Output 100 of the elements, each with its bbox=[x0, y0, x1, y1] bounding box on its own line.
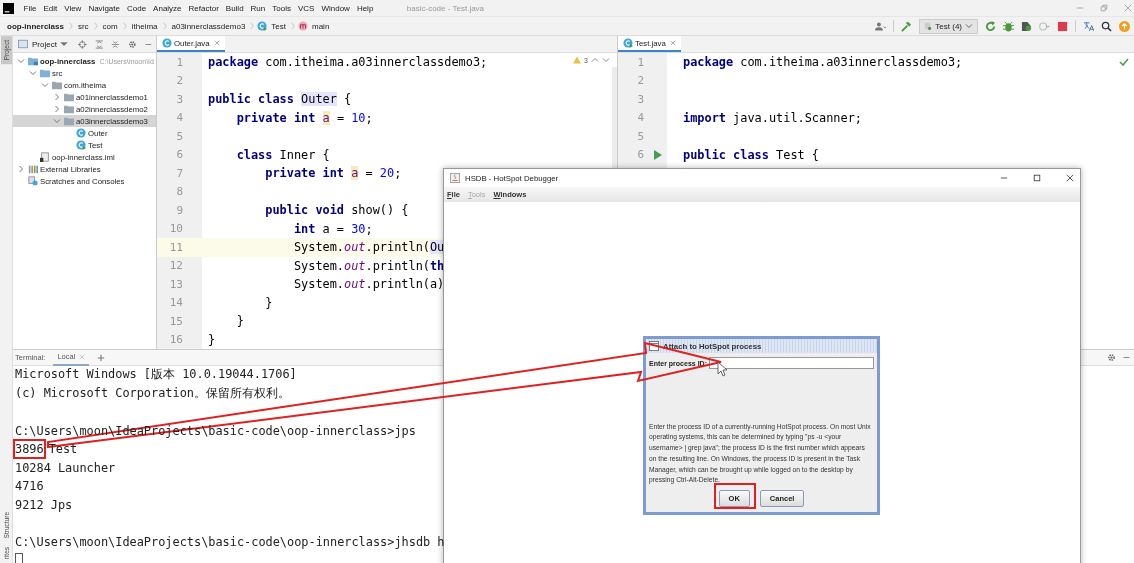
menu-item[interactable]: Refactor bbox=[185, 3, 223, 13]
menu-item[interactable]: Navigate bbox=[84, 3, 124, 13]
menu-item[interactable]: File bbox=[20, 3, 40, 13]
code-line: public void show() { bbox=[264, 203, 409, 218]
line-number: 8 bbox=[175, 185, 183, 199]
line-number: 9 bbox=[175, 203, 183, 217]
code-line: class Inner { bbox=[235, 147, 330, 162]
run-configuration-dropdown[interactable]: Test (4) bbox=[919, 18, 978, 34]
code-line: private int a = 10; bbox=[235, 110, 373, 125]
restore-icon[interactable] bbox=[1100, 4, 1108, 12]
terminal-text: Test bbox=[47, 441, 79, 459]
line-number: 2 bbox=[175, 74, 183, 88]
bug-icon[interactable] bbox=[1003, 20, 1014, 32]
breadcrumb[interactable]: a03innerclassdemo3 bbox=[169, 21, 248, 31]
breadcrumb[interactable]: itheima bbox=[129, 21, 160, 31]
code-line: } bbox=[235, 314, 244, 329]
class-icon bbox=[257, 21, 268, 31]
chevron-icon bbox=[93, 21, 98, 31]
breadcrumb[interactable]: main bbox=[310, 21, 332, 31]
terminal-line: 9212 Jps bbox=[15, 497, 73, 512]
breadcrumb[interactable]: Test bbox=[269, 21, 288, 31]
code-line: System.out.println(th bbox=[292, 258, 445, 273]
class-icon bbox=[76, 128, 86, 138]
line-number: 5 bbox=[175, 129, 183, 143]
panel-title[interactable]: Project bbox=[32, 39, 57, 49]
update-icon[interactable] bbox=[1119, 20, 1130, 32]
line-number: 15 bbox=[168, 314, 183, 328]
menu-item[interactable]: Window bbox=[317, 3, 354, 13]
line-number: 13 bbox=[168, 277, 183, 291]
method-icon bbox=[298, 21, 308, 31]
line-number: 11 bbox=[168, 240, 183, 254]
menu-item[interactable]: Code bbox=[123, 3, 150, 13]
breadcrumb[interactable]: oop-innerclass bbox=[5, 21, 66, 31]
window-title: basic-code - Test.java bbox=[406, 3, 485, 13]
code-line: } bbox=[264, 295, 273, 310]
code-line: System.out.println(a) bbox=[292, 277, 445, 292]
menu-item[interactable]: Run bbox=[247, 3, 269, 13]
profile-icon[interactable] bbox=[1039, 20, 1050, 32]
breadcrumb[interactable]: src bbox=[75, 21, 91, 31]
run-icon[interactable] bbox=[654, 149, 662, 160]
line-number: 12 bbox=[168, 259, 183, 273]
code-line: import java.util.Scanner; bbox=[683, 110, 862, 125]
code-line: int a = 30; bbox=[292, 221, 373, 236]
warning-icon bbox=[573, 56, 582, 64]
code-line: public class Outer { bbox=[208, 92, 352, 107]
line-number: 5 bbox=[636, 129, 644, 143]
code-line: } bbox=[208, 332, 216, 347]
menu-item[interactable]: Build bbox=[222, 3, 248, 13]
code-line: package com.itheima.a03innerclassdemo3; bbox=[208, 55, 488, 70]
library-icon bbox=[28, 164, 38, 174]
menu-item[interactable]: Tools bbox=[268, 3, 295, 13]
locate-icon[interactable] bbox=[77, 39, 87, 49]
collapse-all-icon[interactable] bbox=[111, 39, 120, 49]
highlight-frame bbox=[714, 483, 756, 509]
input-field[interactable] bbox=[708, 357, 874, 369]
menu-item[interactable]: Analyze bbox=[149, 3, 186, 13]
search-icon[interactable] bbox=[1101, 20, 1112, 32]
settings-icon[interactable] bbox=[127, 39, 137, 49]
menu-item[interactable]: View bbox=[60, 3, 85, 13]
caret-icon bbox=[965, 22, 973, 30]
run-configuration-icon bbox=[924, 22, 933, 30]
minimize-icon[interactable] bbox=[1000, 174, 1008, 182]
module-folder-icon bbox=[28, 56, 38, 66]
settings-icon[interactable] bbox=[1107, 353, 1116, 362]
code-line: package com.itheima.a03innerclassdemo3; bbox=[683, 55, 963, 70]
menu-item[interactable]: Edit bbox=[39, 3, 61, 13]
file-icon bbox=[40, 152, 50, 162]
add-icon[interactable] bbox=[97, 353, 106, 362]
stop-icon[interactable] bbox=[1057, 20, 1068, 32]
line-number: 6 bbox=[175, 148, 183, 162]
line-number: 4 bbox=[175, 111, 183, 125]
chevron-icon bbox=[250, 21, 255, 31]
scratch-icon bbox=[28, 176, 38, 186]
hammer-icon[interactable] bbox=[901, 20, 913, 32]
line-number: 4 bbox=[636, 111, 644, 125]
coverage-icon[interactable] bbox=[1021, 20, 1032, 32]
translate-icon[interactable] bbox=[1083, 20, 1094, 32]
minimize-icon[interactable] bbox=[1076, 4, 1084, 12]
mouse-pointer-icon bbox=[717, 361, 728, 377]
maximize-icon[interactable] bbox=[1033, 174, 1041, 182]
window-icon bbox=[649, 341, 659, 351]
line-number: 16 bbox=[168, 333, 183, 347]
menu-item[interactable]: Help bbox=[353, 3, 377, 13]
terminal-line: 10284 Launcher bbox=[15, 460, 116, 475]
line-number: 2 bbox=[636, 74, 644, 88]
line-number: 1 bbox=[636, 55, 644, 69]
expand-all-icon[interactable] bbox=[94, 39, 104, 49]
terminal-line: Microsoft Windows [版本 10.0.19044.1706] bbox=[15, 367, 297, 384]
line-number: 6 bbox=[636, 148, 644, 162]
line-number: 10 bbox=[168, 222, 183, 236]
close-icon[interactable] bbox=[1066, 174, 1074, 182]
menu-item[interactable]: VCS bbox=[294, 3, 318, 13]
line-number: 1 bbox=[175, 55, 183, 69]
class-icon bbox=[76, 140, 86, 150]
breadcrumb[interactable]: com bbox=[100, 21, 120, 31]
rerun-icon[interactable] bbox=[985, 20, 996, 32]
user-icon[interactable] bbox=[875, 20, 887, 32]
class-icon bbox=[162, 38, 172, 48]
java-icon bbox=[450, 173, 460, 183]
terminal-line: (c) Microsoft Corporation。保留所有权利。 bbox=[15, 385, 290, 402]
